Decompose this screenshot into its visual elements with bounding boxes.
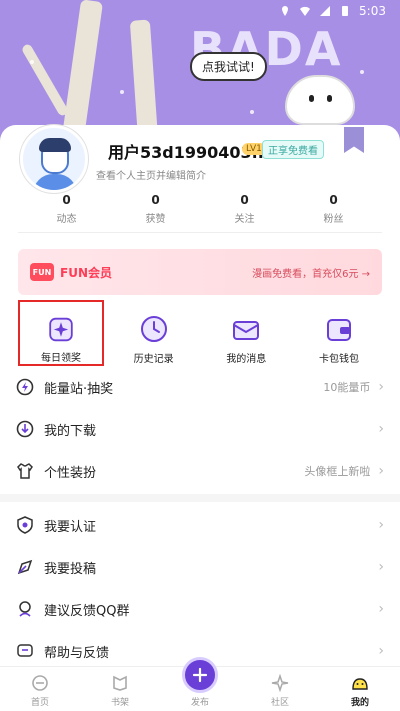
profile-icon: [352, 678, 368, 690]
daily-reward-button[interactable]: 每日领奖: [18, 300, 104, 366]
download-icon: [16, 420, 34, 438]
shirt-icon: [17, 463, 33, 479]
nav-home[interactable]: 首页: [10, 673, 70, 708]
envelope-icon: [233, 321, 260, 340]
stat-likes[interactable]: 0 获赞: [126, 193, 186, 225]
energy-icon: [16, 378, 34, 396]
feedback-icon: [19, 601, 31, 617]
fun-title: FUN会员: [60, 265, 112, 280]
menu-item-downloads[interactable]: 我的下载 ›: [0, 408, 400, 450]
edit-profile-hint[interactable]: 查看个人主页并编辑简介: [96, 167, 206, 182]
avatar[interactable]: [20, 125, 88, 193]
status-bar: 5:03: [0, 0, 400, 22]
bookmark-icon[interactable]: [344, 127, 364, 153]
snowflake: [250, 110, 254, 114]
chevron-right-icon: ›: [378, 559, 384, 575]
fun-membership-banner[interactable]: FUN FUN会员 漫画免费看，首充仅6元 →: [18, 249, 382, 295]
status-time: 5:03: [359, 4, 386, 18]
nav-bookshelf[interactable]: 书架: [90, 673, 150, 708]
location-icon: [282, 6, 289, 16]
quick-actions: 每日领奖 历史记录 我的消息 卡包钱包: [18, 300, 382, 366]
home-icon: [32, 675, 48, 691]
menu-group-secondary: 我要认证 › 我要投稿 › 建议反馈QQ群 › 帮助与反馈 ›: [0, 504, 400, 672]
chevron-right-icon: ›: [378, 601, 384, 617]
profile-stats: 0 动态 0 获赞 0 关注 0 粉丝: [0, 193, 400, 225]
stat-followers[interactable]: 0 粉丝: [304, 193, 364, 225]
nav-profile[interactable]: 我的: [330, 673, 390, 708]
tree-branch: [20, 42, 70, 118]
signal-icon: [320, 6, 331, 16]
wallet-button[interactable]: 卡包钱包: [296, 300, 382, 366]
divider: [18, 232, 382, 233]
bottom-nav: 首页 书架 发布 社区 我的: [0, 657, 400, 711]
menu-item-qq-feedback[interactable]: 建议反馈QQ群 ›: [0, 588, 400, 630]
submit-icon: [17, 559, 33, 575]
nav-publish[interactable]: 发布: [170, 657, 230, 708]
verify-icon: [17, 516, 33, 534]
help-icon: [17, 644, 33, 657]
try-it-bubble[interactable]: 点我试试!: [190, 52, 267, 81]
menu-item-energy-station[interactable]: 能量站·抽奖 10能量币 ›: [0, 366, 400, 408]
chevron-right-icon: ›: [378, 517, 384, 533]
publish-button[interactable]: [182, 657, 218, 693]
menu-item-verification[interactable]: 我要认证 ›: [0, 504, 400, 546]
mascot-ghost[interactable]: [285, 75, 355, 125]
bookshelf-icon: [113, 675, 127, 691]
battery-icon: [342, 6, 349, 16]
snowflake: [120, 90, 124, 94]
profile-card: 用户53d1990403... LV1 正享免费看 查看个人主页并编辑简介 0 …: [0, 125, 400, 245]
section-gap: [0, 494, 400, 502]
chevron-right-icon: ›: [378, 379, 384, 395]
messages-button[interactable]: 我的消息: [203, 300, 289, 366]
wallet-icon: [326, 319, 351, 341]
sparkle-icon: [49, 317, 73, 342]
nav-community[interactable]: 社区: [250, 673, 310, 708]
wifi-icon: [300, 6, 311, 16]
clock-icon: [140, 316, 167, 342]
menu-group-primary: 能量站·抽奖 10能量币 › 我的下载 › 个性装扮 头像框上新啦 ›: [0, 366, 400, 492]
menu-item-personalize[interactable]: 个性装扮 头像框上新啦 ›: [0, 450, 400, 492]
fun-logo: FUN: [30, 263, 54, 281]
fun-promo: 漫画免费看，首充仅6元 →: [252, 268, 370, 280]
snowflake: [360, 70, 364, 74]
free-reading-badge[interactable]: 正享免费看: [262, 140, 324, 159]
snowflake: [30, 60, 34, 64]
chevron-right-icon: ›: [378, 643, 384, 659]
history-button[interactable]: 历史记录: [111, 300, 197, 366]
stat-following[interactable]: 0 关注: [215, 193, 275, 225]
chevron-right-icon: ›: [378, 421, 384, 437]
publish-icon: [192, 667, 208, 683]
menu-item-submit[interactable]: 我要投稿 ›: [0, 546, 400, 588]
community-icon: [271, 673, 289, 693]
stat-posts[interactable]: 0 动态: [37, 193, 97, 225]
chevron-right-icon: ›: [378, 463, 384, 479]
